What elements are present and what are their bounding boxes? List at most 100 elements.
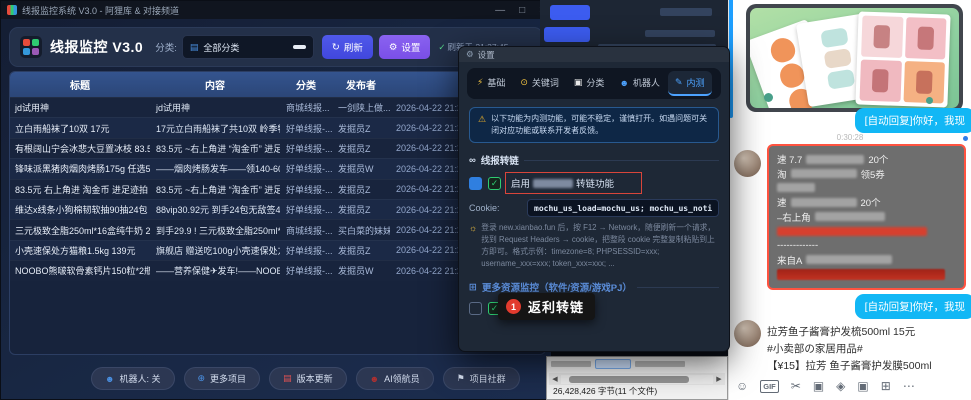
column-header: 发布者	[332, 72, 390, 97]
cell-publisher: 发掘员Z	[332, 244, 390, 257]
footer-toolbar: ☻ 机器人: 关 ⊕ 更多项目 ▤ 版本更新 ☻ AI领航员	[91, 367, 520, 390]
annotated-label: 启用 转链功能	[507, 174, 618, 192]
refresh-button[interactable]: ↻ 刷新	[322, 35, 373, 59]
selected-item[interactable]	[595, 359, 631, 369]
cell-content: ——烟肉烤肠发车——领140-60补...	[150, 162, 280, 175]
cell-category: 好单线报-...	[280, 244, 332, 257]
scroll-left-icon[interactable]: ◀	[549, 375, 561, 383]
dialog-tab[interactable]: ⚡ 基础	[470, 71, 512, 96]
more-icon[interactable]: ⋯	[903, 379, 915, 393]
page-title: 线报监控 V3.0	[50, 37, 143, 57]
gift-icon[interactable]: ◈	[836, 379, 845, 393]
cell-content: 88vip30.92元 到手24包无敌签4.48...	[150, 203, 280, 216]
scissors-icon[interactable]: ✂	[791, 379, 801, 393]
redacted-message-bubble[interactable]: 速 7.720个 淘领5券 速20个 –右上角 ------------- 来自…	[767, 144, 966, 290]
dialog-tabs: ⚡ 基础 ⊙ 关键词 ▣ 分类 ☻ 机器人	[467, 68, 721, 99]
cell-title: 有根阔山宁会冰悲大豆置冰枝 83.5元	[10, 142, 150, 155]
cell-publisher: 发掘员Z	[332, 142, 390, 155]
cell-category: 好单线报-...	[280, 264, 332, 277]
scroll-thumb[interactable]	[569, 376, 689, 383]
avatar[interactable]	[734, 150, 761, 177]
sticker-sheet	[855, 11, 950, 107]
cookie-label: Cookie:	[469, 203, 521, 213]
obscured-button[interactable]	[544, 27, 590, 42]
settings-button[interactable]: ⚙ 设置	[379, 35, 431, 59]
smiley-icon[interactable]: ☺	[736, 379, 748, 393]
folder-icon[interactable]: ▣	[813, 379, 824, 393]
main-titlebar: 线报监控系统 V3.0 - 阿狸库 & 对接频道 —□×	[1, 1, 551, 19]
tooltip-label: 返利转链	[528, 297, 584, 316]
dialog-tab[interactable]: ☻ 机器人	[612, 71, 667, 96]
image-icon[interactable]: ▣	[857, 379, 868, 393]
cell-category: 好单线报-...	[280, 203, 332, 216]
cell-content: 到手29.9 ! 三元极致全脂250ml*16...	[150, 224, 280, 237]
robot-icon: ☻	[105, 374, 114, 384]
cell-publisher: 发掘员Z	[332, 203, 390, 216]
scroll-right-icon[interactable]: ▶	[713, 375, 725, 383]
category-select[interactable]: ▤ 全部分类	[182, 35, 314, 59]
cell-content: 83.5元 ~右上角进 “淘金币” 进足迹...	[150, 183, 280, 196]
robot-icon: ☻	[370, 374, 379, 384]
horizontal-scrollbar[interactable]: ◀ ▶	[549, 373, 725, 385]
cell-title: 锋味派黑猪肉烟肉烤肠175g 任选5件...	[10, 162, 150, 175]
cell-publisher: 买白菜的妹妹	[332, 224, 390, 237]
footer-button[interactable]: ☻ AI领航员	[356, 367, 434, 390]
redacted-link[interactable]	[777, 269, 945, 280]
scroll-track[interactable]	[561, 375, 713, 384]
footer-button[interactable]: ⊕ 更多项目	[184, 367, 261, 390]
step-badge: 1	[506, 299, 521, 314]
frame-icon[interactable]: ⊞	[881, 379, 891, 393]
cookie-row: Cookie:	[469, 199, 719, 217]
warning-icon: ⚠	[478, 113, 486, 137]
cell-title: 立白雨船袜了10双 17元	[10, 122, 150, 135]
dialog-tab[interactable]: ✎ 内测	[668, 71, 712, 96]
dialog-titlebar: ⚙ 设置	[459, 47, 729, 62]
robot-icon: ☻	[619, 78, 628, 88]
empty-checkbox[interactable]	[469, 302, 482, 315]
gif-icon[interactable]: GIF	[760, 380, 779, 393]
product-image-message[interactable]	[746, 4, 963, 112]
checked-checkbox[interactable]: ✓	[488, 177, 501, 190]
blue-checkbox[interactable]	[469, 177, 482, 190]
min-icon[interactable]: —	[495, 5, 505, 16]
beta-warning: ⚠ 以下功能为内测功能，可能不稳定，谨慎打开。如遇问题可关闭对应功能或联系开发者…	[469, 107, 719, 143]
column-header: 标题	[10, 72, 150, 97]
decoration	[926, 97, 933, 104]
footer-button[interactable]: ▤ 版本更新	[269, 367, 347, 390]
cell-category: 好单线报-...	[280, 142, 332, 155]
redacted-link[interactable]	[777, 227, 927, 236]
status-bar: 26,428,426 字节(11 个文件)	[553, 385, 657, 397]
footer-button[interactable]: ☻ 机器人: 关	[91, 367, 175, 390]
cell-publisher: 发掘员Z	[332, 122, 390, 135]
flag-icon: ⚑	[457, 373, 465, 384]
cell-content: 17元立白雨船袜了共10双 岭季牲后石...	[150, 122, 280, 135]
max-icon[interactable]: □	[519, 5, 525, 16]
cell-content: 83.5元 ~右上角进 “淘金币” 进足迹...	[150, 142, 280, 155]
bulb-icon: ☼	[469, 222, 477, 270]
dialog-tab[interactable]: ⊙ 关键词	[513, 71, 566, 96]
cell-title: 维达x线条小狗棉韧软抽90抽24包 ...	[10, 203, 150, 216]
divider	[524, 160, 719, 161]
folder-icon: ▣	[574, 77, 583, 88]
avatar[interactable]	[734, 320, 761, 347]
key-icon: ⊙	[520, 77, 528, 88]
category-label: 分类:	[155, 40, 177, 54]
footer-button[interactable]: ⚑ 项目社群	[443, 367, 520, 390]
divider	[637, 287, 719, 288]
disk-icon: ▤	[283, 373, 292, 384]
pencil-icon: ✎	[675, 77, 683, 88]
decoration	[764, 93, 773, 102]
resources-icon: ⊞	[469, 282, 477, 293]
enable-convert-row: ✓ 启用 转链功能	[469, 174, 719, 192]
redacted-text	[533, 179, 573, 188]
cookie-input[interactable]	[527, 199, 719, 217]
cell-publisher: 发掘员W	[332, 264, 390, 277]
chat-window: [自动回复]你好，我现 0:30:28 速 7.720个 淘领5券 速20个 –…	[728, 0, 971, 400]
dialog-tab[interactable]: ▣ 分类	[567, 71, 612, 96]
dialog-title: 设置	[478, 49, 495, 61]
cell-category: 商城线报-...	[280, 224, 332, 237]
obscured-button[interactable]	[550, 5, 590, 20]
list-icon: ▤	[190, 42, 199, 53]
cell-category: 好单线报-...	[280, 122, 332, 135]
redacted-text	[645, 30, 715, 37]
